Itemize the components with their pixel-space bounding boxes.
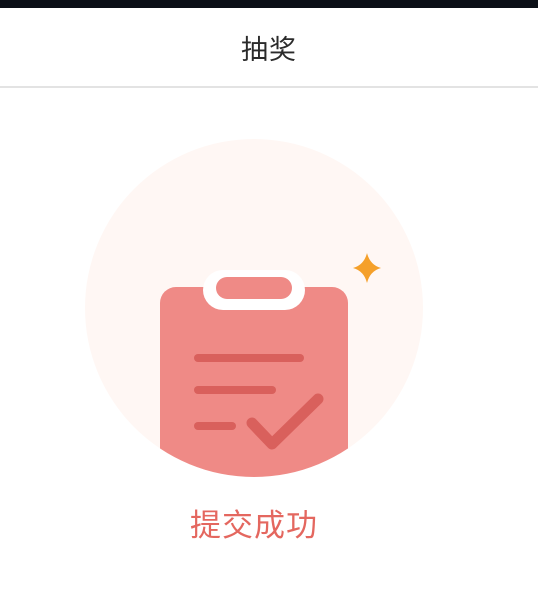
clipboard-check-icon (85, 139, 423, 477)
nav-bar: 抽奖 (0, 8, 538, 88)
status-bar (0, 0, 538, 8)
success-illustration (0, 88, 538, 488)
submit-success-text: 提交成功 (190, 508, 318, 544)
page-title: 抽奖 (241, 34, 297, 66)
